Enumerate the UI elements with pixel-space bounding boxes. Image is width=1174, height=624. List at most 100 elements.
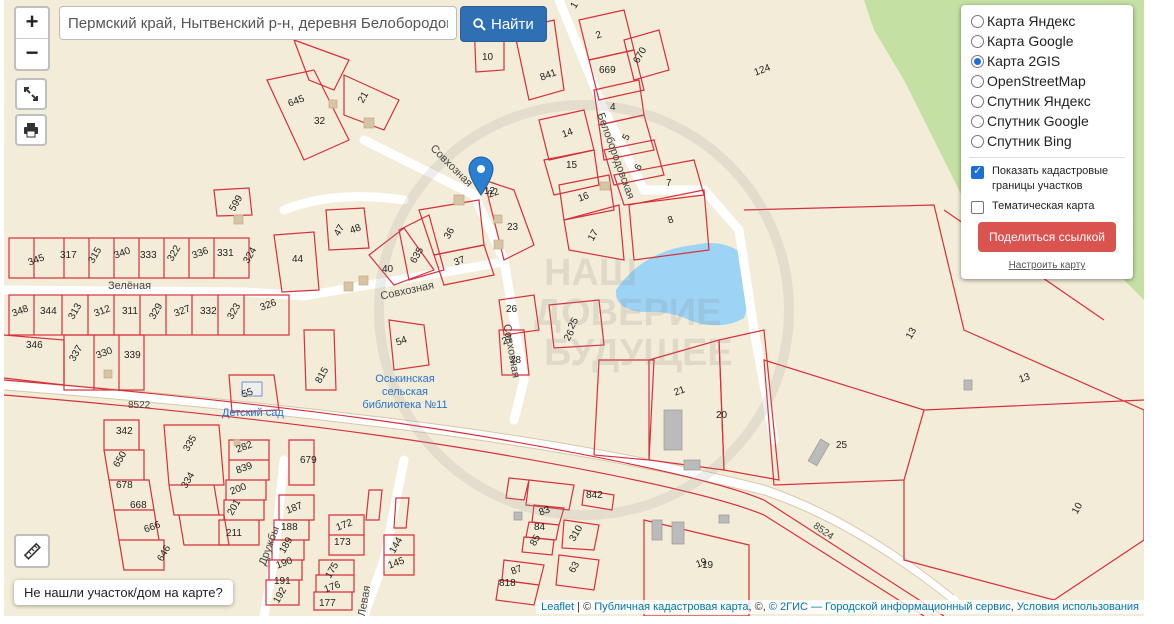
zoom-in-button[interactable]: +	[16, 8, 48, 39]
parcel-number: 25	[836, 440, 848, 451]
parcel-number: 335	[181, 433, 200, 454]
parcel-number: 26	[506, 304, 518, 315]
base-layer-radio[interactable]	[971, 74, 984, 88]
parcel-number: 211	[226, 528, 242, 539]
parcel-number: 310	[567, 523, 586, 544]
parcel-number: 345	[26, 252, 47, 269]
parcel-number: 32	[314, 116, 326, 127]
parcel-number: 312	[92, 303, 113, 320]
zoom-out-button[interactable]: −	[16, 39, 48, 69]
setup-map-link[interactable]: Настроить карту	[961, 260, 1133, 271]
search-input[interactable]	[59, 6, 457, 40]
pkk-link[interactable]: Публичная кадастровая карта	[594, 601, 748, 613]
parcel-number: 8	[666, 214, 676, 227]
base-layer-radio[interactable]	[971, 34, 984, 48]
parcel-number: 323	[225, 301, 244, 322]
parcel-number: 645	[286, 93, 307, 110]
parcel-number: 55	[240, 386, 255, 401]
street-label: Зелёная	[108, 280, 152, 292]
parcel-number: 14	[560, 126, 575, 141]
parcel-number: 190	[274, 555, 295, 572]
parcel-number: 177	[319, 598, 336, 609]
base-layer-label: Спутник Яндекс	[987, 93, 1091, 109]
base-layer-option[interactable]: Карта Яндекс	[961, 11, 1133, 31]
leaflet-link[interactable]: Leaflet	[541, 601, 574, 613]
parcel-number: 282	[234, 439, 255, 456]
search-bar: Найти	[59, 6, 547, 42]
parcel-number: 337	[67, 343, 86, 364]
parcel-number: 342	[116, 426, 133, 437]
thematic-toggle[interactable]: Тематическая карта	[961, 199, 1133, 214]
parcel-number: 340	[112, 245, 133, 262]
base-layer-option[interactable]: Карта 2GIS	[961, 51, 1133, 71]
base-layer-radio[interactable]	[971, 114, 984, 128]
thematic-checkbox[interactable]	[971, 201, 984, 214]
base-layer-option[interactable]: OpenStreetMap	[961, 71, 1133, 91]
parcel-number: 635	[408, 245, 427, 266]
print-button[interactable]	[15, 114, 47, 146]
parcel-number: 192	[271, 585, 290, 606]
search-icon	[473, 17, 486, 31]
parcel-number: 16	[576, 190, 591, 205]
parcel-number: 317	[60, 250, 77, 261]
base-layer-radio[interactable]	[971, 134, 984, 148]
parcel-number: 1	[568, 0, 581, 11]
cadastral-label: Показать кадастровые границы участков	[992, 165, 1109, 192]
parcel-number: 334	[179, 470, 198, 491]
divider	[969, 157, 1125, 158]
parcel-number: 54	[394, 334, 409, 349]
parcel-number: 13	[1017, 371, 1032, 386]
parcel-number: 330	[94, 345, 115, 362]
fullscreen-button[interactable]	[15, 78, 47, 110]
parcel-number: 188	[281, 522, 298, 533]
parcel-number: 37	[452, 254, 467, 269]
parcel-number: 173	[334, 537, 351, 548]
parcel-number: 344	[40, 306, 57, 317]
base-layer-option[interactable]: Спутник Bing	[961, 131, 1133, 151]
terms-link[interactable]: Условия использования	[1017, 601, 1139, 613]
measure-button[interactable]	[14, 534, 50, 568]
base-layer-radio[interactable]	[971, 94, 984, 108]
parcel-number: 348	[10, 303, 31, 320]
parcel-number: 17	[586, 227, 602, 244]
not-found-button[interactable]: Не нашли участок/дом на карте?	[14, 580, 233, 605]
share-link-button[interactable]: Поделиться ссылкой	[978, 222, 1116, 252]
parcel-number: 324	[241, 245, 260, 266]
parcel-number: 650	[111, 449, 130, 470]
parcel-number: 666	[142, 519, 163, 536]
parcel-number: 47	[332, 222, 348, 239]
cadastral-toggle[interactable]: Показать кадастровые границы участков	[961, 164, 1133, 194]
parcel-number: 172	[334, 517, 355, 534]
parcel-number: 669	[599, 65, 616, 76]
parcel-number: 327	[172, 303, 193, 320]
base-layer-option[interactable]: Спутник Google	[961, 111, 1133, 131]
parcel-number: 6	[632, 162, 645, 173]
2gis-link[interactable]: © 2ГИС — Городской информационный сервис	[769, 601, 1011, 613]
cadastral-checkbox[interactable]	[971, 164, 984, 179]
base-layer-radio[interactable]	[971, 54, 984, 68]
parcel-number: 815	[313, 365, 332, 386]
road-label: 8522	[128, 400, 151, 411]
parcel-number: 176	[322, 579, 343, 596]
base-layer-option[interactable]: Спутник Яндекс	[961, 91, 1133, 111]
parcel-number: 21	[672, 384, 687, 399]
location-marker-icon[interactable]	[468, 156, 494, 201]
search-button[interactable]: Найти	[460, 6, 547, 42]
parcel-number: 331	[217, 248, 234, 259]
search-button-label: Найти	[491, 15, 534, 33]
parcel-number: 10	[1070, 500, 1086, 517]
attribution: Leaflet | © Публичная кадастровая карта,…	[536, 600, 1144, 614]
parcel-number: 187	[284, 500, 305, 517]
base-layer-option[interactable]: Карта Google	[961, 31, 1133, 51]
parcel-number: 40	[382, 264, 394, 275]
parcel-number: 189	[277, 535, 296, 556]
ruler-icon	[23, 542, 41, 560]
parcel-number: 13	[904, 325, 920, 342]
base-layer-label: OpenStreetMap	[987, 73, 1086, 89]
expand-icon	[24, 87, 38, 101]
base-layer-radio[interactable]	[971, 14, 984, 28]
parcel-number: 175	[323, 560, 342, 581]
parcel-number: 23	[507, 222, 519, 233]
parcel-number: 83	[537, 504, 552, 519]
base-layer-label: Спутник Bing	[987, 133, 1072, 149]
